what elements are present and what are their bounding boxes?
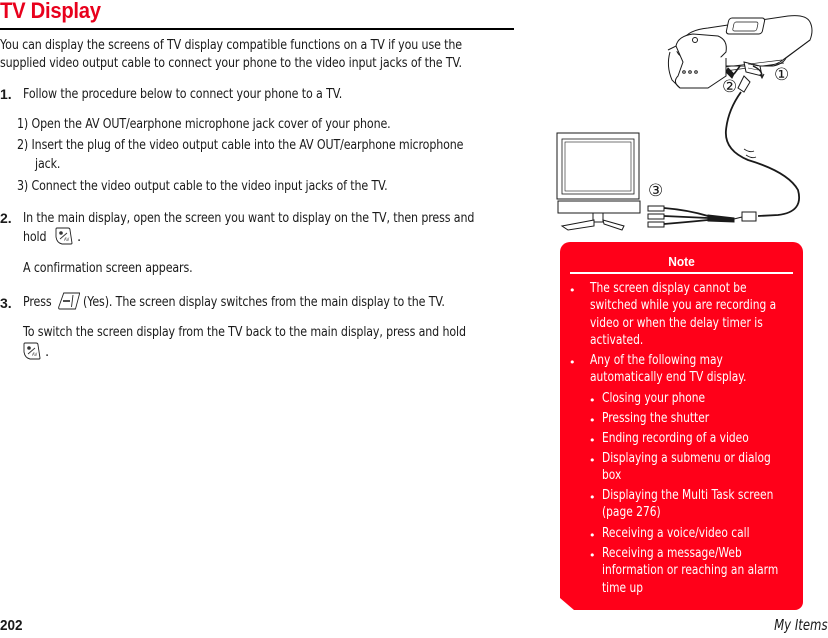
section-name: My Items [774,616,828,634]
note-line: Any of the following may [590,353,723,368]
note-line: The screen display cannot be [590,281,747,296]
substep-number: 2) [17,138,29,153]
note-subitem: Receiving a voice/video call [602,526,750,541]
bullet-icon: • [569,356,576,369]
rca-plugs-icon [647,205,757,228]
step-number: 2. [0,210,12,226]
step-tip-line: AV . [22,342,49,364]
step-text: Press [23,295,52,310]
note-line: time up [602,580,643,596]
step-text-line: Press (Yes). The screen display switches… [23,291,514,315]
note-divider [570,272,793,274]
bullet-icon: • [589,529,596,542]
substep-text: Connect the video output cable to the vi… [31,179,388,194]
label-3: ③ [648,181,663,201]
note-title: Note [668,254,695,269]
substep-continuation: jack. [35,157,61,172]
title-divider [0,28,514,30]
page-number: 202 [0,617,23,634]
intro-line: You can display the screens of TV displa… [0,38,462,53]
note-item: Any of the following may automatically e… [590,352,746,387]
bullet-icon: • [569,284,576,297]
tv-icon [556,132,641,231]
substep: 3) Connect the video output cable to the… [17,178,388,196]
note-subitem: Closing your phone [602,391,706,406]
note-line: box [602,468,622,484]
note-item: The screen display cannot be switched wh… [590,280,776,349]
step-number: 1. [0,86,12,102]
punctuation: . [77,230,82,245]
tv-display-key-icon: AV [22,342,42,364]
tv-display-key-icon: AV [54,227,74,249]
note-line: information or reaching an alarm [602,563,779,579]
note-subitem: Displaying the Multi Task screen (page 2… [602,487,773,522]
step-tip: To switch the screen display from the TV… [23,325,466,340]
substep-number: 1) [17,117,29,132]
step-text: hold [23,230,47,245]
substep: 2) Insert the plug of the video output c… [17,137,463,155]
punctuation: . [45,345,50,360]
step-text: In the main display, open the screen you… [23,211,475,226]
substep-number: 3) [17,179,29,194]
page-title: TV Display [0,0,101,23]
step-text-line: hold AV . [23,227,81,249]
label-1: ① [774,65,789,85]
note-box: Note • The screen display cannot be swit… [560,242,803,610]
note-subitem: Receiving a message/Web information or r… [602,545,778,597]
substep-text: Insert the plug of the video output cabl… [31,138,464,153]
connection-illustration: ① ② ③ [548,0,828,240]
bullet-icon: • [589,491,596,504]
bullet-icon: • [589,454,596,467]
substep: 1) Open the AV OUT/earphone microphone j… [17,116,391,134]
phone-icon [667,15,813,217]
svg-text:AV: AV [32,352,37,357]
note-line: Receiving a message/Web [602,546,742,561]
note-line: switched while you are recording a [590,298,777,314]
intro-paragraph: You can display the screens of TV displa… [0,37,462,73]
soft-key-minus-icon [56,291,81,315]
note-subitem: Ending recording of a video [602,431,749,446]
note-subitem: Pressing the shutter [602,411,710,426]
label-2: ② [722,77,737,97]
note-line: Displaying a submenu or dialog [602,451,771,466]
note-subitem: Displaying a submenu or dialog box [602,450,771,485]
bullet-icon: • [589,434,596,447]
step-text: Follow the procedure below to connect yo… [23,87,343,102]
bullet-icon: • [589,549,596,562]
svg-text:AV: AV [64,237,69,242]
step-text: (Yes). The screen display switches from … [83,295,445,310]
note-line: activated. [590,332,644,348]
note-line: automatically end TV display. [590,370,747,386]
step-result: A confirmation screen appears. [23,261,193,276]
note-line: Displaying the Multi Task screen [602,488,774,503]
intro-line: supplied video output cable to connect y… [0,56,462,71]
bullet-icon: • [589,414,596,427]
note-line: (page 276) [602,505,661,521]
bullet-icon: • [589,394,596,407]
substep-text: Open the AV OUT/earphone microphone jack… [31,117,391,132]
step-number: 3. [0,295,12,311]
note-line: video or when the delay timer is [590,315,763,331]
